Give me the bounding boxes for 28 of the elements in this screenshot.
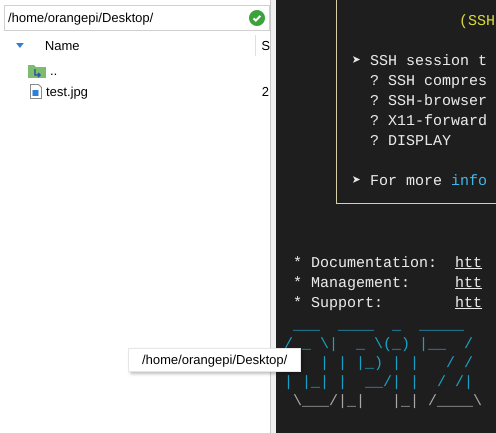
ascii-art-line: ___ ____ _ _____ — [292, 316, 466, 335]
link[interactable]: htt — [455, 274, 482, 294]
checkmark-icon — [249, 10, 265, 26]
link[interactable]: htt — [455, 254, 482, 274]
path-field[interactable]: /home/orangepi/Desktop/ — [4, 5, 270, 31]
file-size: 2 — [262, 82, 270, 101]
terminal-line: * Documentation: — [292, 254, 438, 274]
terminal-line: ➤ SSH session t — [352, 52, 488, 72]
column-header[interactable]: Name — [44, 35, 256, 56]
file-name[interactable]: test.jpg — [46, 82, 257, 102]
link[interactable]: htt — [455, 294, 482, 314]
column-header[interactable]: S — [261, 36, 270, 56]
terminal-line: ? SSH compres — [369, 72, 488, 92]
terminal-line: * Support: — [292, 294, 384, 314]
ascii-art-line: | |_| | __/| | / /| — [284, 373, 474, 392]
terminal-line: ? X11-forward — [369, 112, 488, 132]
terminal-line: ➤ For more info — [352, 172, 488, 192]
path-text: /home/orangepi/Desktop/ — [8, 9, 154, 28]
ascii-art-line: \___/|_| |_| /____\ — [292, 392, 484, 411]
terminal-line: * Management: — [292, 274, 412, 294]
terminal-line: ? SSH-browser — [369, 92, 488, 112]
image-file-icon — [30, 84, 42, 99]
tooltip: /home/orangepi/Desktop/ — [128, 348, 302, 372]
folder-up-icon — [28, 64, 46, 78]
terminal-line: ? DISPLAY — [369, 132, 452, 152]
sort-icon — [16, 43, 24, 48]
file-name[interactable]: .. — [50, 60, 261, 80]
banner-title: (SSH — [458, 12, 496, 32]
